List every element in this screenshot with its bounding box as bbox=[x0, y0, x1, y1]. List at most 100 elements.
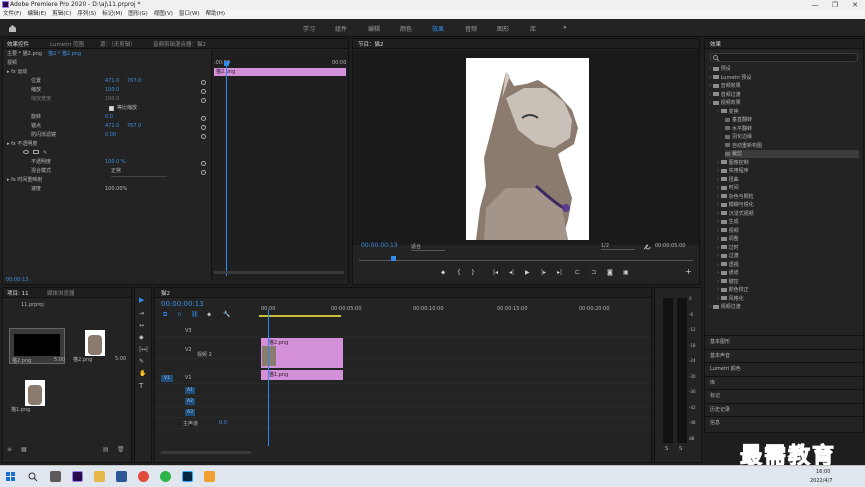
tab-audio-clip-mixer[interactable]: 音频剪辑混合器：猫2 bbox=[153, 40, 206, 48]
project-item[interactable]: 猫2.png 5:00 bbox=[71, 328, 127, 364]
selection-tool-icon[interactable]: ▶ bbox=[139, 296, 144, 304]
tab-project[interactable]: 项目: 11 bbox=[7, 289, 29, 297]
list-view-icon[interactable]: ≡ bbox=[7, 446, 12, 453]
program-playhead[interactable] bbox=[391, 256, 396, 261]
timeline-settings-icon[interactable]: 🔧 bbox=[223, 311, 230, 318]
nest-icon[interactable]: ⧉ bbox=[163, 311, 167, 319]
effects-tree-item[interactable]: › 实用程序 bbox=[717, 167, 859, 175]
timeline-clip-v2[interactable]: 猫2.png bbox=[261, 338, 343, 368]
ec-clip-bar[interactable]: 猫2.png bbox=[214, 68, 346, 76]
param-value[interactable]: 100.00% bbox=[105, 185, 127, 194]
param-value[interactable]: 100.0 bbox=[105, 86, 119, 95]
workspace-learn[interactable]: 学习 bbox=[303, 24, 315, 33]
compare-icon[interactable]: ▣ bbox=[623, 269, 629, 276]
effects-tree-item[interactable]: › 调整 bbox=[717, 235, 859, 243]
pen-tool-icon[interactable]: ✎ bbox=[139, 358, 144, 365]
menu-file[interactable]: 文件(F) bbox=[0, 10, 24, 19]
effect-controls-timeline[interactable]: :00:00 00:00 猫2.png bbox=[211, 50, 348, 280]
effects-tree-item[interactable]: › 风格化 bbox=[717, 295, 859, 303]
tab-effect-controls[interactable]: 效果控件 bbox=[7, 40, 29, 48]
master-clip-label[interactable]: 主要 * 猫2.png bbox=[7, 51, 42, 57]
pen-mask-icon[interactable]: ✎ bbox=[43, 150, 47, 156]
menu-clip[interactable]: 剪辑(C) bbox=[49, 10, 74, 19]
snap-icon[interactable]: ∩ bbox=[177, 311, 181, 318]
ripple-edit-icon[interactable]: ↔ bbox=[139, 322, 144, 329]
effects-panel-title[interactable]: 效果 bbox=[710, 40, 721, 48]
effects-tree-item[interactable]: › 透视 bbox=[717, 261, 859, 269]
menu-marker[interactable]: 标记(M) bbox=[99, 10, 125, 19]
go-to-in-icon[interactable]: |◂ bbox=[493, 269, 498, 276]
timeline-playhead[interactable] bbox=[268, 310, 269, 446]
menu-edit[interactable]: 编辑(E) bbox=[24, 10, 49, 19]
param-value-y[interactable]: 767.0 bbox=[127, 77, 141, 86]
task-view-icon[interactable] bbox=[50, 471, 61, 482]
track-label[interactable]: A3 bbox=[185, 409, 195, 416]
timeline-clip-v1[interactable]: 猫1.png bbox=[261, 370, 343, 380]
program-monitor-title[interactable]: 节目：猫2 bbox=[358, 40, 384, 48]
extract-icon[interactable]: ⊐ bbox=[591, 269, 596, 276]
icon-view-icon[interactable]: ▦ bbox=[21, 446, 27, 453]
windows-start-icon[interactable] bbox=[6, 472, 16, 482]
effects-tree-item[interactable]: › 通道 bbox=[717, 269, 859, 277]
add-marker-icon[interactable]: ⬥ bbox=[207, 311, 211, 319]
ellipse-mask-icon[interactable] bbox=[23, 150, 29, 154]
effects-tree-item[interactable]: › 音频效果 bbox=[709, 82, 859, 90]
panel-section-header[interactable]: 信息 bbox=[705, 416, 863, 429]
mark-in-icon[interactable]: { bbox=[457, 269, 461, 276]
program-viewer[interactable] bbox=[353, 50, 699, 245]
work-area-bar[interactable] bbox=[259, 315, 341, 317]
menu-graphics[interactable]: 图形(G) bbox=[125, 10, 151, 19]
linked-selection-icon[interactable]: ⛓ bbox=[191, 311, 199, 318]
resolution-dropdown[interactable]: 1/2 bbox=[601, 243, 635, 250]
reset-icon[interactable] bbox=[201, 116, 206, 121]
effects-tree-item[interactable]: › 时间 bbox=[717, 184, 859, 192]
uniform-scale-checkbox[interactable] bbox=[109, 106, 114, 111]
lift-icon[interactable]: ⊏ bbox=[575, 269, 580, 276]
chrome-icon[interactable] bbox=[138, 471, 149, 482]
slip-tool-icon[interactable]: |↔| bbox=[139, 346, 148, 353]
blend-mode-dropdown[interactable]: 正常 bbox=[111, 167, 167, 177]
step-forward-icon[interactable]: |▸ bbox=[541, 269, 546, 276]
effects-tree-item[interactable]: › 沉浸式视频 bbox=[717, 210, 859, 218]
effects-tree-item[interactable]: 垂直翻转 bbox=[725, 116, 859, 124]
hand-tool-icon[interactable]: ✋ bbox=[139, 370, 146, 377]
razor-icon[interactable]: ◆ bbox=[139, 334, 144, 341]
panel-section-header[interactable]: 基本声音 bbox=[705, 348, 863, 362]
program-timecode[interactable]: 00:00:00:13 bbox=[361, 242, 398, 249]
reset-icon[interactable] bbox=[201, 98, 206, 103]
tab-lumetri-scopes[interactable]: Lumetri 范围 bbox=[50, 40, 84, 48]
solo-left-button[interactable]: S bbox=[665, 446, 668, 452]
effects-tree-item[interactable]: › 音频过渡 bbox=[709, 91, 859, 99]
workspace-libraries[interactable]: 库 bbox=[530, 24, 536, 33]
panel-section-header[interactable]: Lumetri 颜色 bbox=[705, 362, 863, 375]
file-explorer-icon[interactable] bbox=[94, 471, 105, 482]
solo-right-button[interactable]: S bbox=[679, 446, 682, 452]
workspace-assembly[interactable]: 组件 bbox=[335, 24, 347, 33]
rectangle-mask-icon[interactable] bbox=[33, 150, 39, 154]
step-back-icon[interactable]: ◂| bbox=[509, 269, 514, 276]
track-label[interactable]: A2 bbox=[185, 398, 195, 405]
effects-tree-item[interactable]: › 杂色与颗粒 bbox=[717, 193, 859, 201]
param-value-y[interactable]: 767.0 bbox=[127, 122, 141, 131]
project-item[interactable]: 猫2.png 5:00 bbox=[9, 328, 65, 364]
motion-section[interactable]: ▸ fx 运动 bbox=[7, 68, 27, 77]
program-scrubber[interactable] bbox=[359, 260, 693, 261]
effects-tree-item[interactable]: › 变换 bbox=[717, 108, 859, 116]
add-marker-icon[interactable]: ⬥ bbox=[441, 269, 445, 277]
wechat-icon[interactable] bbox=[160, 471, 171, 482]
param-value[interactable]: 100.0 % bbox=[105, 158, 126, 167]
effects-tree-item[interactable]: 自动重新构图 bbox=[725, 142, 859, 150]
effects-tree-item[interactable]: › 颜色校正 bbox=[717, 286, 859, 294]
panel-section-header[interactable]: 历史记录 bbox=[705, 402, 863, 416]
effects-tree-item[interactable]: › Lumetri 预设 bbox=[709, 74, 859, 82]
panel-section-header[interactable]: 库 bbox=[705, 375, 863, 389]
menu-view[interactable]: 视图(V) bbox=[151, 10, 176, 19]
workspace-editing[interactable]: 编辑 bbox=[368, 24, 380, 33]
camera-icon[interactable]: ◙ bbox=[607, 269, 613, 276]
trash-icon[interactable]: 🗑 bbox=[117, 446, 125, 453]
minimize-button[interactable]: — bbox=[805, 0, 825, 10]
effects-tree-item[interactable]: › 模糊与锐化 bbox=[717, 201, 859, 209]
param-value-x[interactable]: 471.0 bbox=[105, 77, 119, 86]
project-item[interactable]: 猫1.png bbox=[9, 378, 65, 414]
effects-tree-item[interactable]: › 扭曲 bbox=[717, 176, 859, 184]
